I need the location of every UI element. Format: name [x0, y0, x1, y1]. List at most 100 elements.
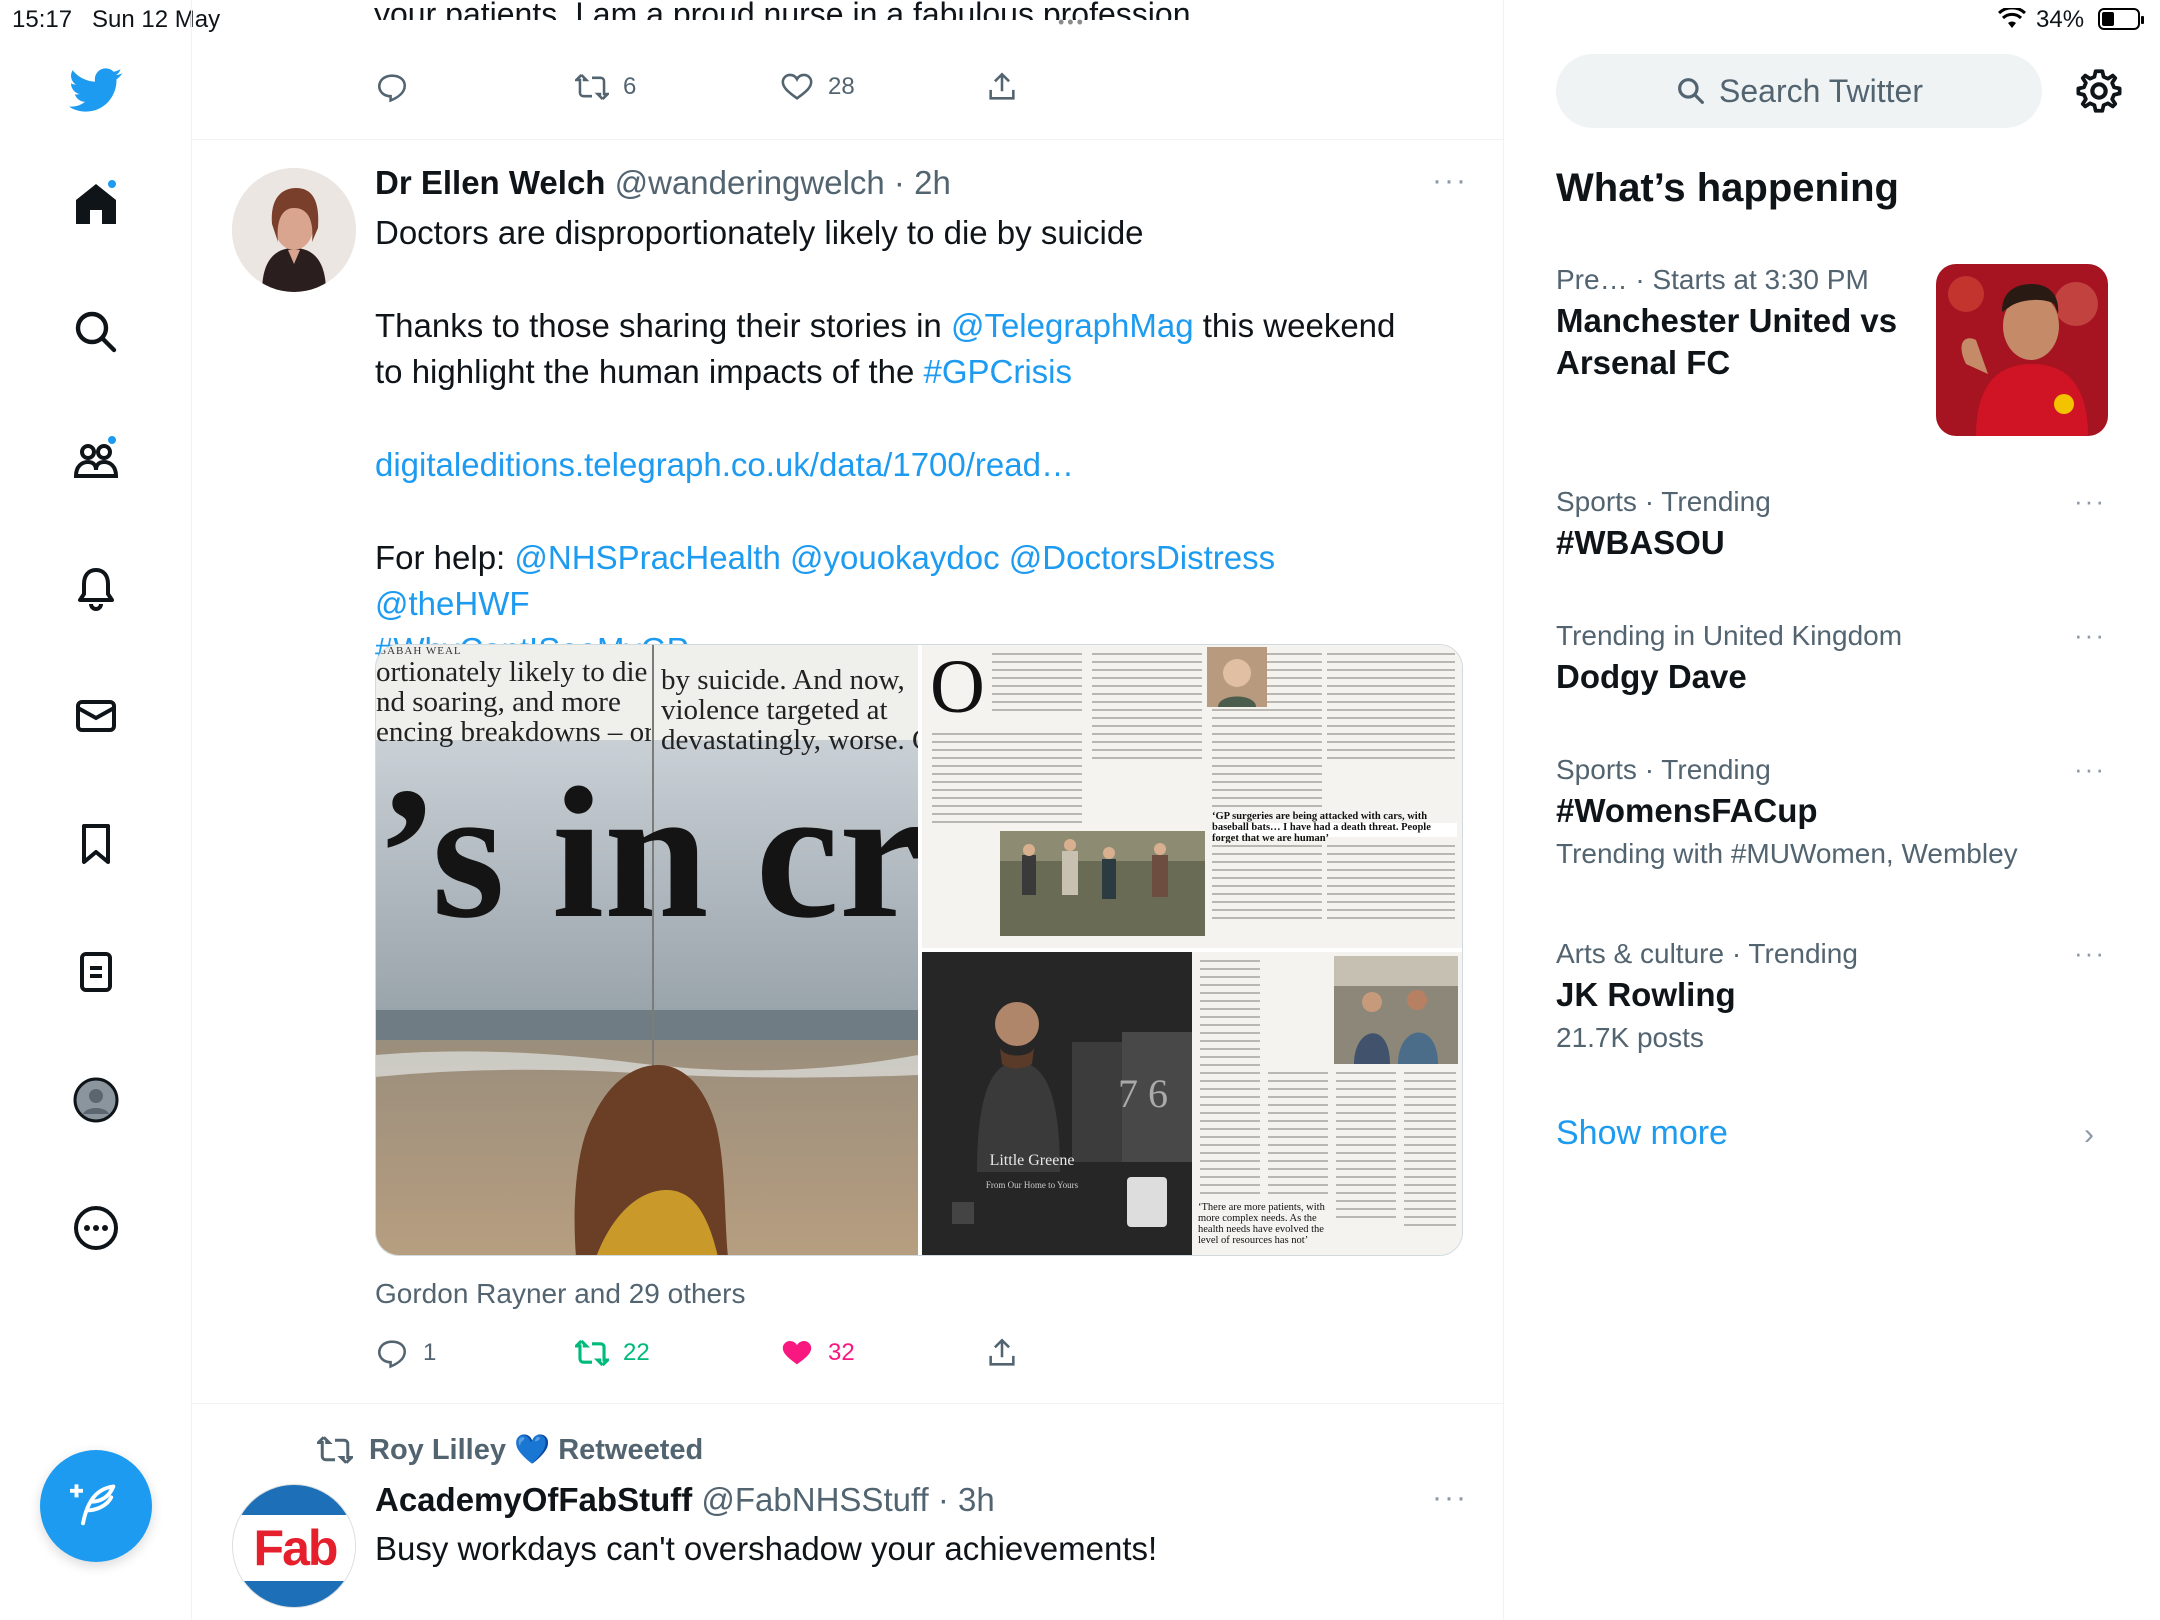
reply-count: 1 — [423, 1339, 437, 1366]
media-byline: SABAH WEAL — [380, 645, 462, 657]
tweet-url-link[interactable]: digitaleditions.telegraph.co.uk/data/170… — [375, 442, 1435, 488]
next-author-avatar[interactable]: Fab — [232, 1484, 356, 1608]
retweet-icon — [575, 1339, 609, 1367]
share-icon — [989, 72, 1015, 100]
trend-sub: Trending with #MUWomen, Wembley — [1556, 838, 2018, 869]
communities-notification-dot — [106, 434, 118, 446]
trend-title: Dodgy Dave — [1556, 658, 1747, 695]
tweet-more-button[interactable]: ··· — [1432, 164, 1468, 198]
share-button[interactable] — [985, 1336, 1019, 1370]
retweet-button[interactable]: 6 — [575, 70, 780, 104]
mail-icon[interactable] — [64, 684, 128, 748]
media-photo-1[interactable]: SABAH WEAL ortionately likely to die nd … — [376, 645, 918, 1255]
reply-icon — [377, 1340, 407, 1369]
twitter-logo-icon[interactable] — [64, 58, 128, 122]
next-avatar-text: Fab — [253, 1520, 339, 1576]
author-handle[interactable]: @wanderingwelch — [615, 164, 885, 201]
whats-happening-title: What’s happening — [1556, 166, 1899, 210]
trend-item-1[interactable]: Pre… · Starts at 3:30 PM Manchester Unit… — [1556, 264, 1936, 384]
retweet-count: 22 — [623, 1339, 650, 1366]
tweet-help-line: For help: @NHSPracHealth @youokaydoc @Do… — [375, 539, 1276, 622]
chevron-right-icon: › — [2084, 1118, 2094, 1151]
retweeted-by-row: Roy Lilley 💙 Retweeted — [317, 1432, 703, 1468]
author-avatar[interactable] — [232, 168, 356, 292]
tweet-time-separator: · — [884, 164, 915, 201]
bookmark-icon[interactable] — [64, 812, 128, 876]
media-article-page: ‘There are more patients, with more comp… — [1192, 952, 1462, 1255]
tweet-media-grid: SABAH WEAL ortionately likely to die nd … — [375, 644, 1463, 1256]
like-count: 32 — [828, 1339, 855, 1366]
trend-more-button[interactable]: ··· — [2074, 486, 2106, 517]
reply-button[interactable]: 1 — [375, 1336, 575, 1370]
retweet-button[interactable]: 22 — [575, 1336, 780, 1370]
timeline: your patients. I am a proud nurse in a f… — [192, 0, 1504, 1620]
trend-more-button[interactable]: ··· — [2074, 620, 2106, 651]
share-icon — [989, 1338, 1015, 1366]
like-button[interactable]: 28 — [780, 70, 985, 104]
trend-more-button[interactable]: ··· — [2074, 938, 2106, 969]
compose-tweet-button[interactable] — [40, 1450, 152, 1562]
liked-by-text[interactable]: Gordon Rayner and 29 others — [375, 1278, 745, 1310]
next-tweet-time[interactable]: 3h — [958, 1481, 995, 1518]
tweet-time[interactable]: 2h — [914, 164, 951, 201]
home-icon[interactable] — [64, 172, 128, 236]
tweet-line-2: Thanks to those sharing their stories in… — [375, 307, 1396, 344]
right-column: Search Twitter What’s happening Pre… · S… — [1504, 0, 2160, 1620]
next-author-handle[interactable]: @FabNHSStuff — [701, 1481, 928, 1518]
tweet-header: Dr Ellen Welch @wanderingwelch · 2h — [375, 164, 951, 202]
media-pullquote-1: ‘GP surgeries are being attacked with ca… — [1212, 811, 1431, 843]
media-big-headline: ’s in cri — [376, 763, 918, 943]
next-tweet-more-button[interactable]: ··· — [1432, 1481, 1468, 1515]
list-icon[interactable] — [64, 940, 128, 1004]
media-photo-2[interactable]: O ‘GP surgeries are being attacked with … — [922, 645, 1462, 948]
sidebar — [0, 0, 192, 1620]
next-tweet-time-separator: · — [928, 1481, 959, 1518]
communities-icon[interactable] — [64, 428, 128, 492]
trend-meta: Trending in United Kingdom — [1556, 620, 1903, 651]
prev-tweet-text: your patients. I am a proud nurse in a f… — [374, 0, 1200, 20]
search-icon[interactable] — [64, 300, 128, 364]
mention-telegraphmag[interactable]: @TelegraphMag — [951, 307, 1194, 344]
media-photo-3[interactable]: 7 6 Little Greene From Our Home to Yours — [922, 952, 1462, 1255]
bell-icon[interactable] — [64, 556, 128, 620]
trend-item-5[interactable]: Arts & culture · Trending JK Rowling 21.… — [1556, 938, 2106, 1054]
tweet-actions: 1 22 32 — [375, 1336, 1019, 1370]
prev-tweet-actions: 6 28 — [375, 70, 1019, 104]
trend-meta: Sports · Trending — [1556, 486, 1771, 517]
search-placeholder: Search Twitter — [1719, 72, 1923, 109]
trend-more-button[interactable]: ··· — [2074, 754, 2106, 785]
next-author-name[interactable]: AcademyOfFabStuff — [375, 1481, 692, 1518]
show-more-link[interactable]: Show more — [1556, 1114, 1728, 1153]
retweet-count: 6 — [623, 73, 637, 100]
tweet-line-3: to highlight the human impacts of the #G… — [375, 353, 1073, 390]
media-pullquote-2: ‘There are more patients, with more comp… — [1198, 1202, 1325, 1246]
trend-item-3[interactable]: Trending in United Kingdom Dodgy Dave — [1556, 620, 2106, 698]
gear-icon[interactable] — [2074, 66, 2124, 116]
tweet-divider — [192, 1403, 1504, 1404]
media-ad: 7 6 Little Greene From Our Home to Yours — [922, 952, 1192, 1255]
trend-title: JK Rowling — [1556, 976, 1736, 1013]
trend-title: #WomensFACup — [1556, 792, 1818, 829]
author-name[interactable]: Dr Ellen Welch — [375, 164, 605, 201]
reply-icon — [377, 74, 407, 103]
media-ad-brand: Little Greene — [989, 1152, 1075, 1169]
share-button[interactable] — [985, 70, 1019, 104]
trend-meta: Arts & culture · Trending — [1556, 938, 1858, 969]
trend-meta: Pre… · Starts at 3:30 PM — [1556, 264, 1869, 295]
retweeted-by-text[interactable]: Roy Lilley 💙 Retweeted — [369, 1433, 703, 1467]
next-tweet-text: Busy workdays can't overshadow your achi… — [375, 1530, 1158, 1567]
hashtag-gpcrisis[interactable]: #GPCrisis — [924, 353, 1073, 390]
search-input[interactable]: Search Twitter — [1556, 54, 2042, 128]
media-ad-line: From Our Home to Yours — [985, 1180, 1079, 1190]
trend-item-2[interactable]: Sports · Trending #WBASOU — [1556, 486, 2106, 564]
home-notification-dot — [106, 178, 118, 190]
trend-item-4[interactable]: Sports · Trending #WomensFACup Trending … — [1556, 754, 2106, 870]
feather-plus-icon — [70, 1484, 116, 1526]
like-button[interactable]: 32 — [780, 1336, 985, 1370]
media-headline-right: by suicide. And now, violence targeted a… — [661, 665, 918, 755]
trend-image[interactable] — [1936, 264, 2108, 436]
heart-filled-icon — [782, 1340, 812, 1365]
reply-button[interactable] — [375, 70, 575, 104]
profile-icon[interactable] — [64, 1068, 128, 1132]
more-icon[interactable] — [64, 1196, 128, 1260]
